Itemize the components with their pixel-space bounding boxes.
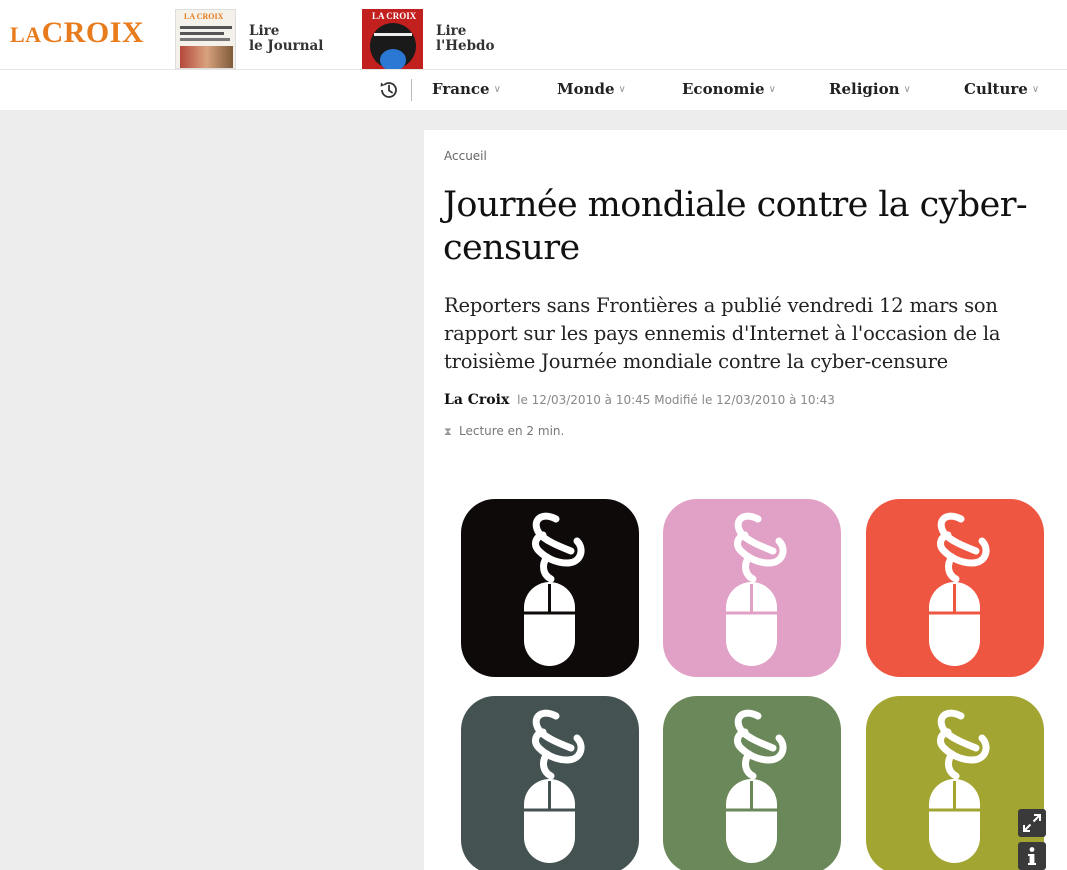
nav-item-france[interactable]: France ∨: [432, 80, 501, 98]
reading-time: ⧗ Lecture en 2 min.: [444, 424, 564, 439]
expand-icon[interactable]: [1018, 809, 1046, 837]
article-author[interactable]: La Croix: [444, 392, 509, 408]
chain-mouse-icon: [929, 512, 990, 666]
nav-item-monde[interactable]: Monde ∨: [557, 80, 626, 98]
chain-mouse-icon: [726, 709, 787, 863]
chevron-down-icon: ∨: [1031, 84, 1040, 95]
read-journal-link[interactable]: LA CROIX Lire le Journal: [175, 9, 323, 69]
article-lead: Reporters sans Frontières a publié vendr…: [444, 294, 1001, 373]
article: Accueil Journée mondiale contre la cyber…: [424, 130, 1067, 870]
article-illustration[interactable]: [424, 470, 1067, 870]
chevron-down-icon: ∨: [768, 84, 776, 95]
info-icon[interactable]: [1018, 842, 1046, 870]
illustration-tile: [461, 499, 639, 677]
nav-item-religion[interactable]: Religion ∨: [829, 80, 911, 98]
chevron-down-icon: ∨: [903, 84, 911, 95]
reading-time-label: Lecture en 2 min.: [459, 424, 565, 438]
chain-mouse-icon: [524, 512, 585, 666]
nav-divider: [411, 79, 412, 101]
read-journal-label: Lire le Journal: [249, 23, 324, 54]
chevron-down-icon: ∨: [493, 84, 501, 95]
breadcrumb[interactable]: Accueil: [444, 149, 487, 163]
article-title: Journée mondiale contre la cyber-censure: [443, 185, 1028, 268]
article-byline: La Croix le 12/03/2010 à 10:45 Modifié l…: [444, 392, 835, 408]
illustration-tile: [461, 696, 639, 870]
chain-mouse-icon: [524, 709, 585, 863]
illustration-tile: [663, 696, 841, 870]
chevron-down-icon: ∨: [618, 84, 626, 95]
illustration-tile: [866, 499, 1044, 677]
journal-cover-thumbnail: LA CROIX: [175, 9, 236, 69]
read-hebdo-label: Lire l'Hebdo: [436, 23, 495, 54]
read-hebdo-link[interactable]: LA CROIX Lire l'Hebdo: [362, 9, 495, 69]
nav-item-economie[interactable]: Economie ∨: [682, 80, 776, 98]
nav-item-culture[interactable]: Culture ∨: [964, 80, 1039, 98]
chain-mouse-icon: [726, 512, 787, 666]
la-croix-logo[interactable]: LACROIX: [10, 18, 144, 48]
hebdo-cover-thumbnail: LA CROIX: [362, 9, 423, 69]
site-header: LACROIX LA CROIX Lire le Journal LA CROI…: [0, 0, 1067, 70]
hourglass-icon: ⧗: [444, 425, 452, 438]
illustration-tile: [663, 499, 841, 677]
clock-history-icon[interactable]: [378, 79, 400, 101]
main-navigation: France ∨ Monde ∨ Economie ∨ Religion ∨ Cultu…: [0, 70, 1067, 110]
article-dates: le 12/03/2010 à 10:45 Modifié le 12/03/2…: [517, 393, 835, 407]
